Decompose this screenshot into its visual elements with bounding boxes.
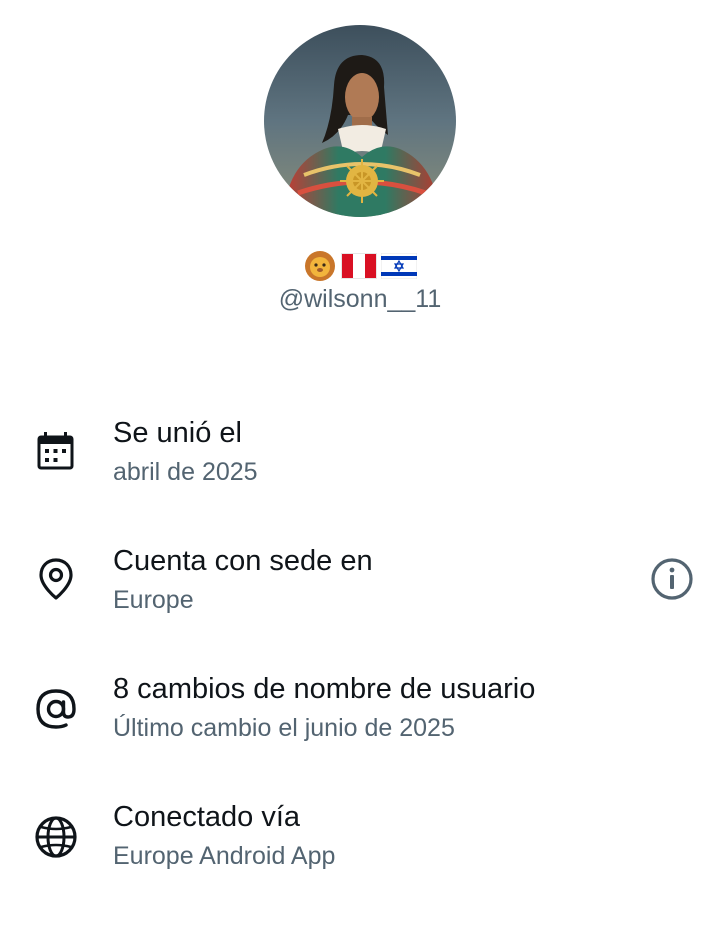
location-pin-icon: [32, 555, 80, 603]
globe-icon: [32, 813, 80, 861]
calendar-icon: [32, 429, 80, 477]
display-name: [0, 250, 720, 286]
detail-row-location: Cuenta con sede en Europe: [0, 545, 720, 655]
detail-subtitle: Europe Android App: [113, 842, 336, 870]
detail-subtitle: abril de 2025: [113, 458, 258, 486]
detail-subtitle: Último cambio el junio de 2025: [113, 714, 455, 742]
profile-handle: @wilsonn__11: [278, 285, 442, 313]
detail-title: 8 cambios de nombre de usuario: [113, 673, 536, 705]
profile-avatar[interactable]: [264, 25, 456, 217]
at-sign-icon: [32, 685, 80, 733]
detail-row-connected-via: Conectado vía Europe Android App: [0, 801, 720, 911]
lion-emoji: [303, 249, 337, 288]
israel-flag-emoji: [380, 252, 418, 284]
info-icon[interactable]: [648, 555, 696, 603]
detail-title: Conectado vía: [113, 801, 301, 833]
peru-flag-emoji: [341, 252, 377, 284]
detail-row-username-changes: 8 cambios de nombre de usuario Último ca…: [0, 673, 720, 783]
detail-subtitle: Europe: [113, 586, 194, 614]
detail-row-joined: Se unió el abril de 2025: [0, 417, 720, 527]
detail-title: Cuenta con sede en: [113, 545, 373, 577]
detail-title: Se unió el: [113, 417, 242, 449]
